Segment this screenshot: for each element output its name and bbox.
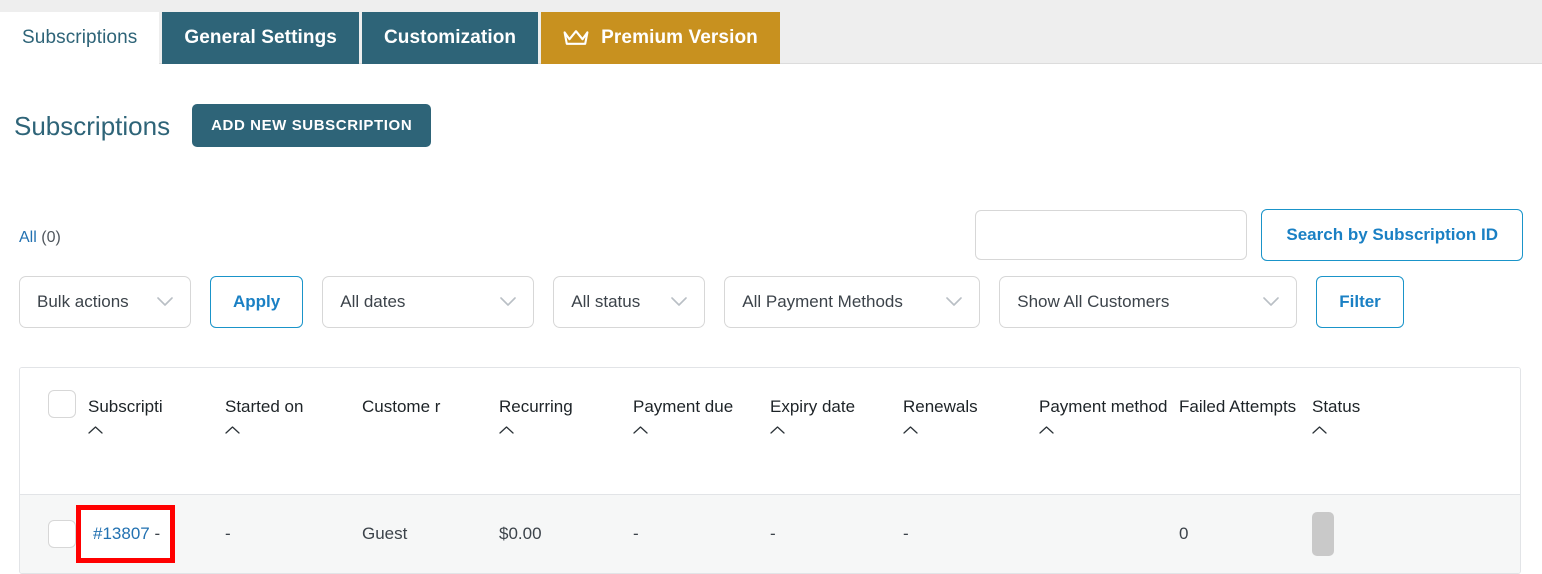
column-header-payment-method-label: Payment method: [1039, 396, 1179, 418]
column-header-renewals-label: Renewals: [903, 396, 1039, 418]
column-header-subscription-label: Subscripti: [88, 396, 225, 418]
column-header-recurring[interactable]: Recurring: [499, 368, 633, 437]
all-dates-select-label: All dates: [340, 292, 405, 312]
search-area: Search by Subscription ID: [975, 209, 1523, 261]
view-filter-all-label: All: [19, 229, 37, 246]
tab-customization[interactable]: Customization: [362, 12, 538, 64]
tab-premium-version-label: Premium Version: [601, 27, 758, 49]
tab-subscriptions-label: Subscriptions: [22, 27, 137, 49]
sort-ascending-icon[interactable]: [1312, 420, 1442, 437]
sort-ascending-icon[interactable]: [88, 420, 225, 437]
add-new-subscription-button[interactable]: ADD NEW SUBSCRIPTION: [192, 104, 431, 147]
sort-ascending-icon[interactable]: [499, 420, 633, 437]
all-payment-methods-select[interactable]: All Payment Methods: [724, 276, 980, 328]
tab-subscriptions[interactable]: Subscriptions: [0, 12, 159, 64]
cell-status: [1312, 512, 1442, 556]
cell-recurring: $0.00: [499, 523, 633, 545]
row-select-checkbox[interactable]: [48, 520, 76, 548]
sort-ascending-icon[interactable]: [1039, 420, 1179, 437]
cell-subscription: #13807 -: [88, 505, 225, 563]
table-row: #13807 - - Guest $0.00 - - - 0: [20, 495, 1520, 573]
column-header-failed-attempts[interactable]: Failed Attempts: [1179, 368, 1312, 418]
show-all-customers-select[interactable]: Show All Customers: [999, 276, 1297, 328]
all-dates-select[interactable]: All dates: [322, 276, 534, 328]
column-header-customer[interactable]: Custome r: [362, 368, 499, 418]
column-header-recurring-label: Recurring: [499, 396, 633, 418]
bulk-actions-select-label: Bulk actions: [37, 292, 129, 312]
view-filter-all[interactable]: All (0): [19, 229, 61, 247]
select-all-checkbox[interactable]: [48, 390, 76, 418]
column-header-status[interactable]: Status: [1312, 368, 1442, 437]
cell-renewals: -: [903, 523, 1039, 545]
column-header-renewals[interactable]: Renewals: [903, 368, 1039, 437]
apply-button[interactable]: Apply: [210, 276, 303, 328]
top-tab-bar: Subscriptions General Settings Customiza…: [0, 0, 1542, 64]
tab-premium-version[interactable]: Premium Version: [541, 12, 780, 64]
filter-bar: Bulk actions Apply All dates All status …: [19, 276, 1404, 328]
sort-ascending-icon[interactable]: [770, 420, 903, 437]
column-header-payment-method[interactable]: Payment method: [1039, 368, 1179, 437]
column-header-status-label: Status: [1312, 396, 1442, 418]
all-status-select-label: All status: [571, 292, 640, 312]
column-header-customer-label: Custome r: [362, 396, 499, 418]
subscription-id-highlight: #13807 -: [76, 505, 175, 563]
column-header-subscription[interactable]: Subscripti: [88, 368, 225, 437]
page-header: Subscriptions ADD NEW SUBSCRIPTION: [14, 104, 431, 147]
sort-ascending-icon[interactable]: [903, 420, 1039, 437]
tab-general-settings[interactable]: General Settings: [162, 12, 359, 64]
show-all-customers-select-label: Show All Customers: [1017, 292, 1169, 312]
crown-icon: [563, 29, 589, 47]
cell-payment-due: -: [633, 523, 770, 545]
column-header-payment-due-label: Payment due: [633, 396, 770, 418]
filter-button[interactable]: Filter: [1316, 276, 1404, 328]
tab-customization-label: Customization: [384, 27, 516, 49]
view-filter-all-count: (0): [41, 229, 61, 246]
all-payment-methods-select-label: All Payment Methods: [742, 292, 903, 312]
search-input[interactable]: [975, 210, 1247, 260]
select-all-header-cell: [20, 368, 88, 418]
chevron-down-icon: [920, 297, 962, 307]
chevron-down-icon: [1237, 297, 1279, 307]
page-title: Subscriptions: [14, 113, 170, 139]
column-header-payment-due[interactable]: Payment due: [633, 368, 770, 437]
cell-failed-attempts: 0: [1179, 523, 1312, 545]
subscription-id-link[interactable]: #13807: [93, 524, 150, 543]
all-status-select[interactable]: All status: [553, 276, 705, 328]
column-header-started-on-label: Started on: [225, 396, 362, 418]
chevron-down-icon: [474, 297, 516, 307]
search-by-subscription-id-button[interactable]: Search by Subscription ID: [1261, 209, 1523, 261]
column-header-started-on[interactable]: Started on: [225, 368, 362, 437]
cell-expiry-date: -: [770, 523, 903, 545]
column-header-failed-attempts-label: Failed Attempts: [1179, 396, 1312, 418]
sort-ascending-icon[interactable]: [225, 420, 362, 437]
chevron-down-icon: [645, 297, 687, 307]
subscriptions-table: Subscripti Started on Custome r Recurrin…: [19, 367, 1521, 574]
sort-ascending-icon[interactable]: [633, 420, 770, 437]
column-header-expiry-date[interactable]: Expiry date: [770, 368, 903, 437]
cell-customer: Guest: [362, 523, 499, 545]
column-header-expiry-date-label: Expiry date: [770, 396, 903, 418]
bulk-actions-select[interactable]: Bulk actions: [19, 276, 191, 328]
cell-started-on: -: [225, 523, 362, 545]
chevron-down-icon: [131, 297, 173, 307]
subscription-id-suffix: -: [154, 524, 160, 543]
table-header-row: Subscripti Started on Custome r Recurrin…: [20, 368, 1520, 495]
tab-list: Subscriptions General Settings Customiza…: [0, 12, 780, 64]
tab-general-settings-label: General Settings: [184, 27, 337, 49]
status-badge: [1312, 512, 1334, 556]
